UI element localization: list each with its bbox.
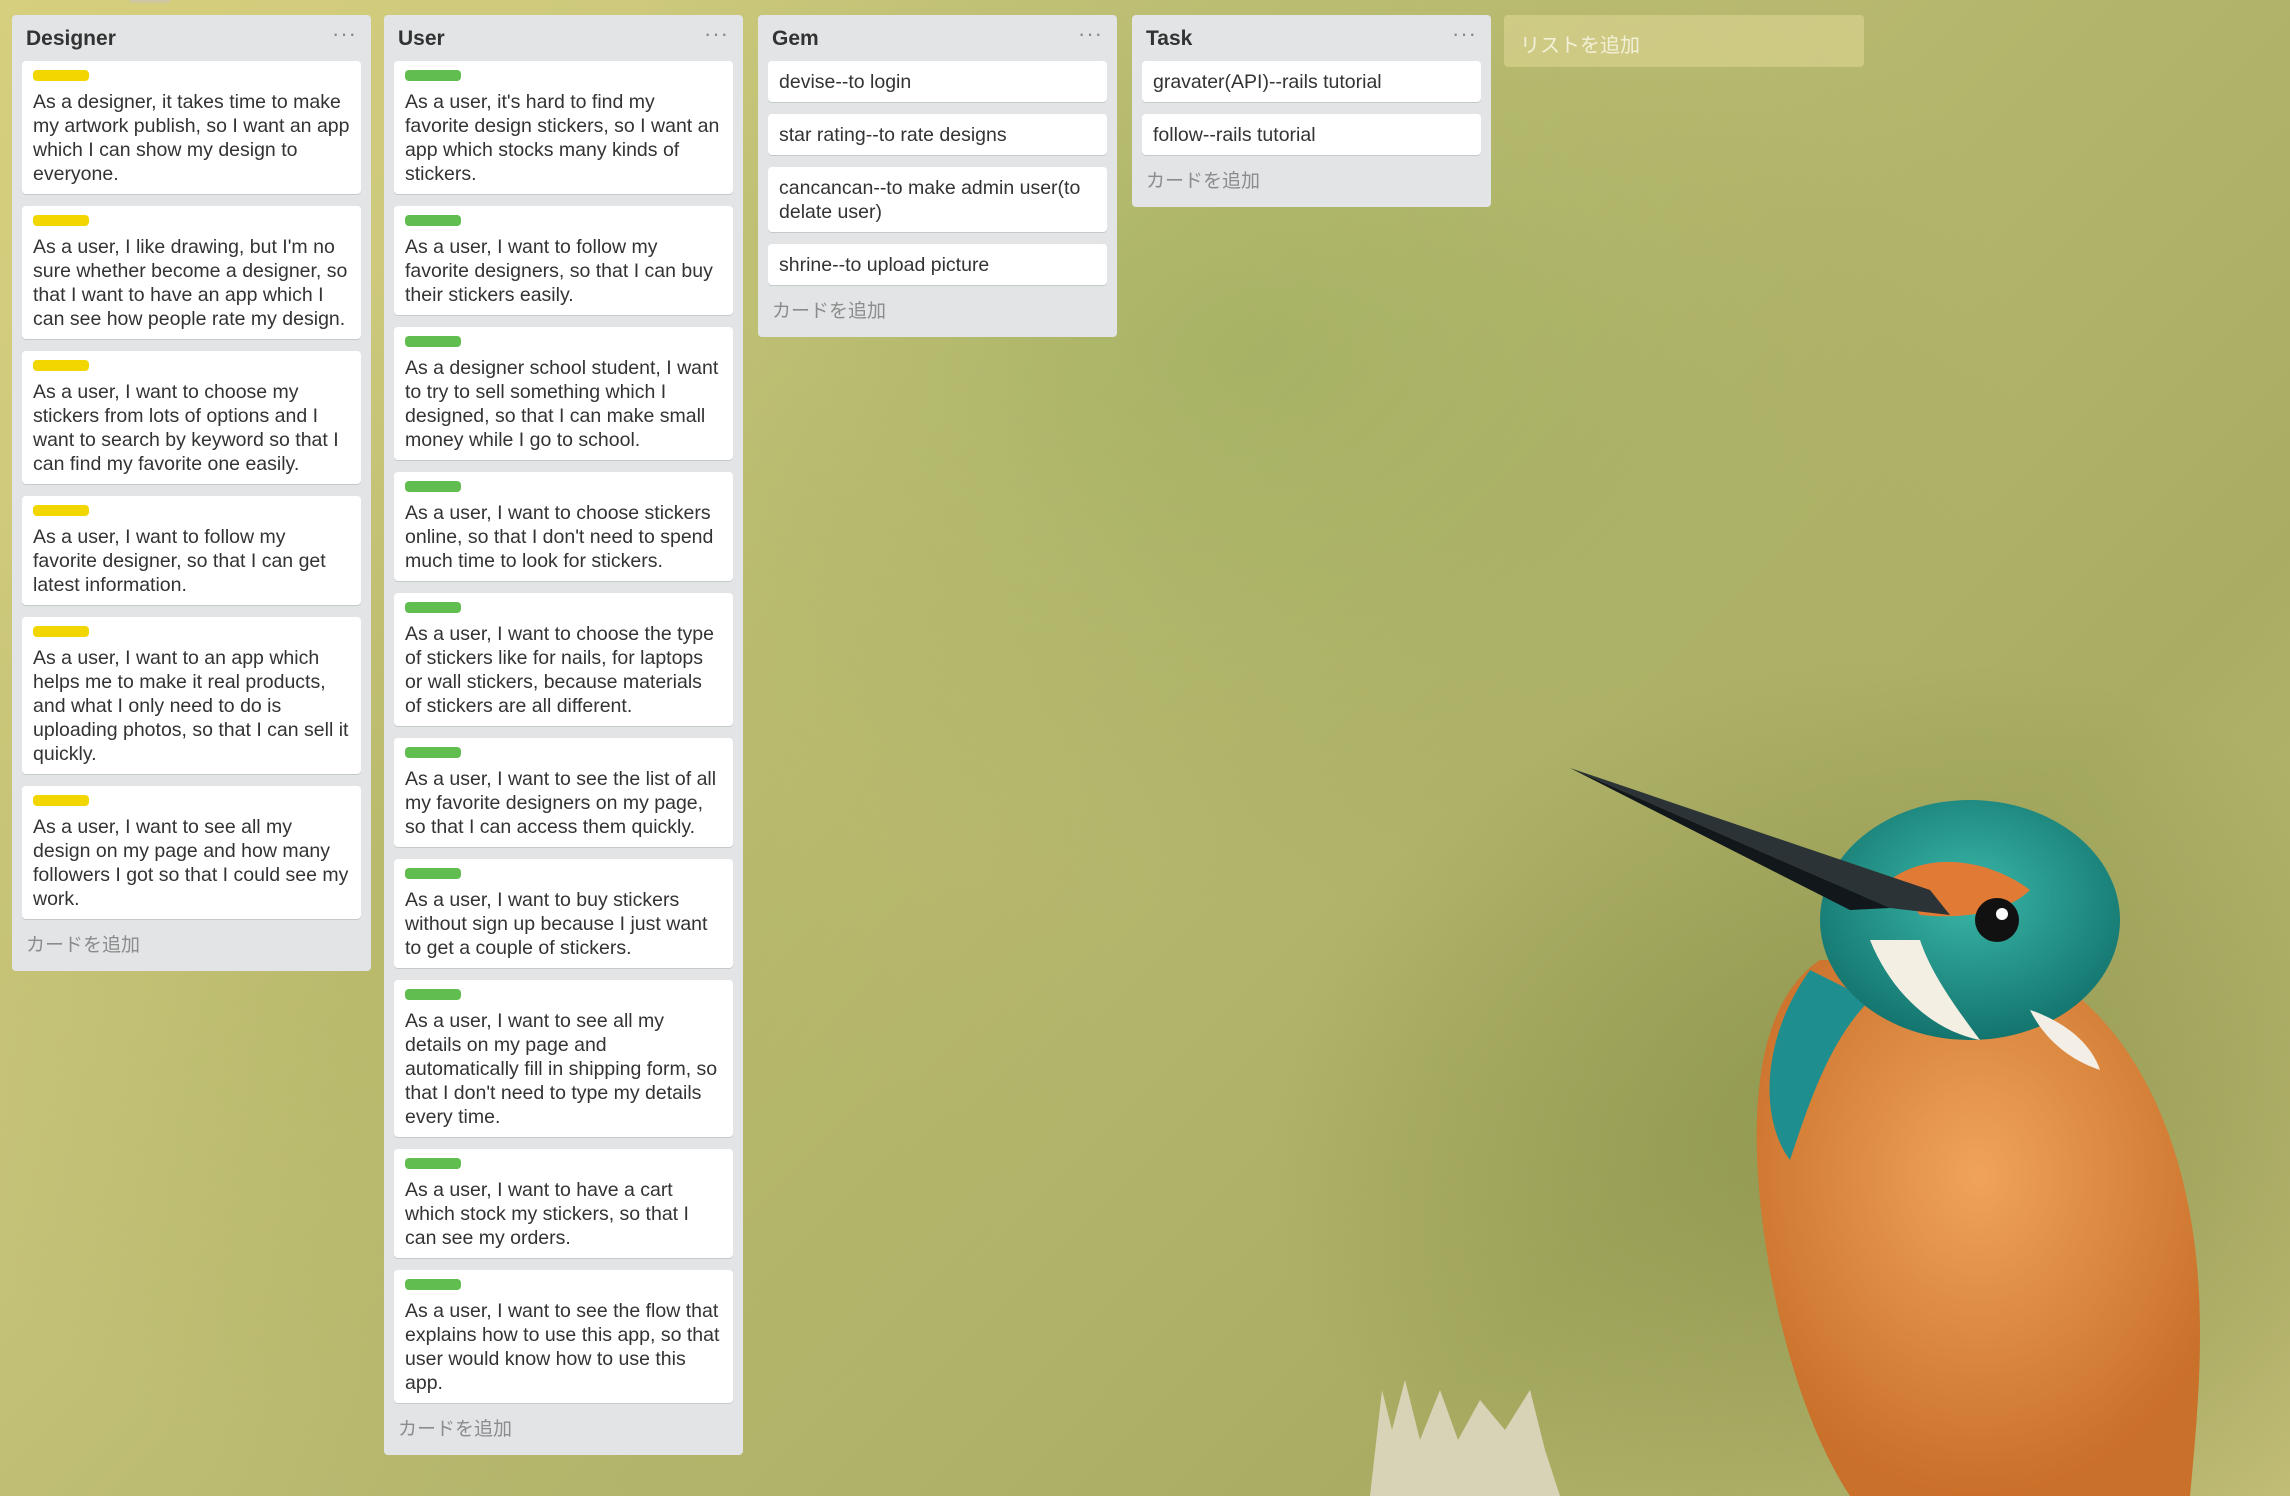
card-label	[405, 1279, 461, 1290]
card-text: cancancan--to make admin user(to delate …	[779, 177, 1081, 223]
list-title[interactable]: Designer	[26, 27, 116, 51]
board-top-tab	[130, 0, 170, 3]
card[interactable]: As a designer, it takes time to make my …	[22, 61, 361, 194]
add-card-button[interactable]: カードを追加	[12, 931, 371, 971]
card-label	[33, 215, 89, 226]
card[interactable]: As a user, I want to follow my favorite …	[394, 206, 733, 315]
board: Designer ··· As a designer, it takes tim…	[0, 0, 2290, 1496]
list-gem: Gem ··· devise--to login star rating--to…	[758, 15, 1117, 337]
card-label	[33, 626, 89, 637]
card[interactable]: As a user, I want to see all my design o…	[22, 786, 361, 919]
list-title[interactable]: Gem	[772, 27, 819, 51]
list-header: Task ···	[1132, 15, 1491, 61]
card-text: As a user, I want to choose my stickers …	[33, 381, 339, 475]
card[interactable]: As a user, I want to an app which helps …	[22, 617, 361, 774]
add-list-button[interactable]: リストを追加	[1504, 15, 1864, 67]
card-text: As a user, I want to choose stickers onl…	[405, 502, 714, 572]
card-text: gravater(API)--rails tutorial	[1153, 71, 1382, 93]
list-designer: Designer ··· As a designer, it takes tim…	[12, 15, 371, 971]
card-text: As a user, I want to see the list of all…	[405, 768, 717, 838]
card-label	[33, 505, 89, 516]
card-text: follow--rails tutorial	[1153, 124, 1316, 146]
card-text: As a user, I want to buy stickers withou…	[405, 889, 708, 959]
list-header: Designer ···	[12, 15, 371, 61]
card-text: As a user, I want to follow my favorite …	[33, 526, 326, 596]
card[interactable]: As a user, I want to see all my details …	[394, 980, 733, 1137]
card-text: As a user, I want to an app which helps …	[33, 647, 349, 765]
list-user: User ··· As a user, it's hard to find my…	[384, 15, 743, 1455]
card-text: devise--to login	[779, 71, 912, 93]
card[interactable]: As a user, I like drawing, but I'm no su…	[22, 206, 361, 339]
list-header: Gem ···	[758, 15, 1117, 61]
card-text: star rating--to rate designs	[779, 124, 1007, 146]
card-label	[405, 70, 461, 81]
card[interactable]: As a user, I want to buy stickers withou…	[394, 859, 733, 968]
card[interactable]: shrine--to upload picture	[768, 244, 1107, 285]
card-text: As a user, I want to see the flow that e…	[405, 1300, 720, 1394]
kingfisher-background-image	[1370, 768, 2200, 1496]
card[interactable]: gravater(API)--rails tutorial	[1142, 61, 1481, 102]
card[interactable]: follow--rails tutorial	[1142, 114, 1481, 155]
card-label	[405, 215, 461, 226]
card[interactable]: As a user, it's hard to find my favorite…	[394, 61, 733, 194]
card-text: As a user, I want to see all my design o…	[33, 816, 349, 910]
card[interactable]: As a user, I want to choose my stickers …	[22, 351, 361, 484]
add-card-button[interactable]: カードを追加	[384, 1415, 743, 1455]
list-title[interactable]: Task	[1146, 27, 1192, 51]
card[interactable]: cancancan--to make admin user(to delate …	[768, 167, 1107, 232]
add-card-button[interactable]: カードを追加	[758, 297, 1117, 337]
card-text: shrine--to upload picture	[779, 254, 990, 276]
card-label	[33, 70, 89, 81]
card-label	[405, 868, 461, 879]
card-text: As a user, I want to have a cart which s…	[405, 1179, 689, 1249]
card[interactable]: As a user, I want to follow my favorite …	[22, 496, 361, 605]
list-menu-icon[interactable]: ···	[1452, 21, 1477, 47]
card-label	[405, 481, 461, 492]
card-text: As a user, I want to follow my favorite …	[405, 236, 713, 306]
card-label	[405, 1158, 461, 1169]
card-text: As a designer school student, I want to …	[405, 357, 719, 451]
card-text: As a user, I want to see all my details …	[405, 1010, 718, 1128]
card[interactable]: devise--to login	[768, 61, 1107, 102]
list-title[interactable]: User	[398, 27, 445, 51]
card[interactable]: As a designer school student, I want to …	[394, 327, 733, 460]
card[interactable]: As a user, I want to choose the type of …	[394, 593, 733, 726]
card-label	[405, 989, 461, 1000]
card[interactable]: As a user, I want to have a cart which s…	[394, 1149, 733, 1258]
card[interactable]: As a user, I want to choose stickers onl…	[394, 472, 733, 581]
card-label	[405, 602, 461, 613]
list-menu-icon[interactable]: ···	[332, 21, 357, 47]
card-text: As a user, I like drawing, but I'm no su…	[33, 236, 348, 330]
card-text: As a user, it's hard to find my favorite…	[405, 91, 720, 185]
card-text: As a designer, it takes time to make my …	[33, 91, 350, 185]
card[interactable]: star rating--to rate designs	[768, 114, 1107, 155]
card-label	[405, 336, 461, 347]
card-label	[405, 747, 461, 758]
card-label	[33, 795, 89, 806]
card[interactable]: As a user, I want to see the flow that e…	[394, 1270, 733, 1403]
list-task: Task ··· gravater(API)--rails tutorial f…	[1132, 15, 1491, 207]
list-menu-icon[interactable]: ···	[1078, 21, 1103, 47]
card-text: As a user, I want to choose the type of …	[405, 623, 714, 717]
list-header: User ···	[384, 15, 743, 61]
add-card-button[interactable]: カードを追加	[1132, 167, 1491, 207]
card-label	[33, 360, 89, 371]
list-menu-icon[interactable]: ···	[704, 21, 729, 47]
card[interactable]: As a user, I want to see the list of all…	[394, 738, 733, 847]
